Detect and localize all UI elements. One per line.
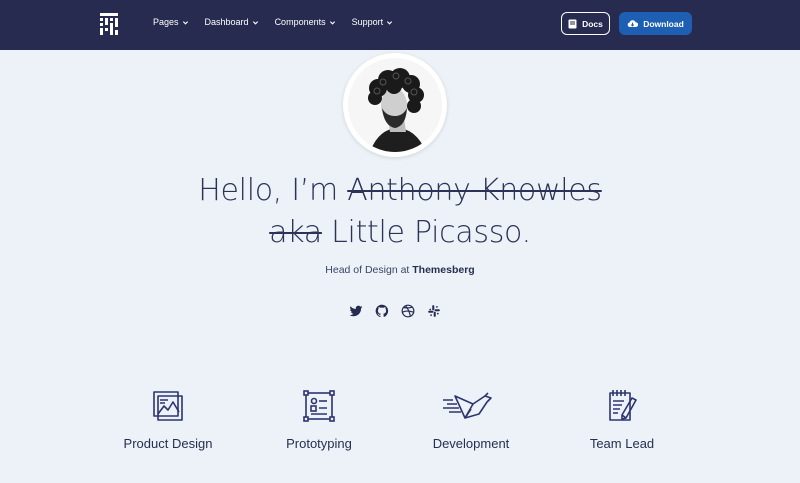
hero-headline: Hello, I’m Anthony Knowles aka Little Pi… bbox=[0, 170, 800, 254]
headline-line-2: aka Little Picasso. bbox=[0, 212, 800, 254]
nav-item-label: Components bbox=[274, 17, 326, 27]
feature-team-lead: Team Lead bbox=[552, 388, 692, 451]
slack-icon[interactable] bbox=[427, 304, 441, 318]
nav-item-label: Pages bbox=[153, 17, 179, 27]
profile-avatar bbox=[343, 53, 447, 157]
nickname-text: Little Picasso. bbox=[331, 215, 531, 250]
nav-item-support[interactable]: Support bbox=[352, 17, 394, 27]
download-button-label: Download bbox=[643, 18, 684, 29]
docs-button-label: Docs bbox=[582, 18, 603, 29]
product-design-icon bbox=[153, 391, 183, 421]
struck-aka-text: aka bbox=[269, 215, 322, 250]
hero-subtitle: Head of Design at Themesberg bbox=[0, 264, 800, 276]
avatar-photo bbox=[348, 58, 442, 152]
twitter-icon[interactable] bbox=[349, 304, 363, 318]
nav-menu: Pages Dashboard Components Support bbox=[153, 17, 409, 27]
dribbble-icon[interactable] bbox=[401, 304, 415, 318]
feature-product-design: Product Design bbox=[98, 388, 238, 451]
development-icon bbox=[443, 392, 492, 419]
nav-item-dashboard[interactable]: Dashboard bbox=[205, 17, 259, 27]
cloud-download-icon bbox=[627, 20, 639, 27]
chevron-down-icon bbox=[329, 20, 335, 25]
feature-development: Development bbox=[401, 388, 541, 451]
struck-name-text: Anthony Knowles bbox=[347, 173, 602, 208]
company-name: Themesberg bbox=[412, 264, 475, 276]
feature-label: Development bbox=[432, 436, 510, 451]
team-lead-icon bbox=[609, 390, 637, 421]
feature-label: Team Lead bbox=[589, 436, 655, 451]
role-text: Head of Design at bbox=[325, 264, 410, 276]
feature-label: Prototyping bbox=[286, 436, 352, 451]
nav-item-label: Support bbox=[351, 17, 384, 27]
nav-item-components[interactable]: Components bbox=[275, 17, 336, 27]
nav-item-label: Dashboard bbox=[204, 17, 249, 27]
github-icon[interactable] bbox=[375, 304, 389, 318]
nav-item-pages[interactable]: Pages bbox=[153, 17, 189, 27]
chevron-down-icon bbox=[182, 20, 188, 25]
docs-button[interactable]: Docs bbox=[561, 12, 610, 35]
headline-line-1: Hello, I’m Anthony Knowles bbox=[0, 170, 800, 212]
greeting-text: Hello, I’m bbox=[198, 173, 338, 208]
download-button[interactable]: Download bbox=[619, 12, 692, 35]
brand-logo-icon[interactable] bbox=[100, 13, 118, 35]
social-links bbox=[349, 304, 441, 318]
feature-prototyping: Prototyping bbox=[249, 388, 389, 451]
navbar: Pages Dashboard Components Support Docs … bbox=[0, 0, 800, 50]
feature-label: Product Design bbox=[123, 436, 213, 451]
chevron-down-icon bbox=[252, 20, 258, 25]
prototyping-icon bbox=[303, 390, 335, 422]
chevron-down-icon bbox=[387, 20, 393, 25]
book-icon bbox=[568, 19, 577, 28]
